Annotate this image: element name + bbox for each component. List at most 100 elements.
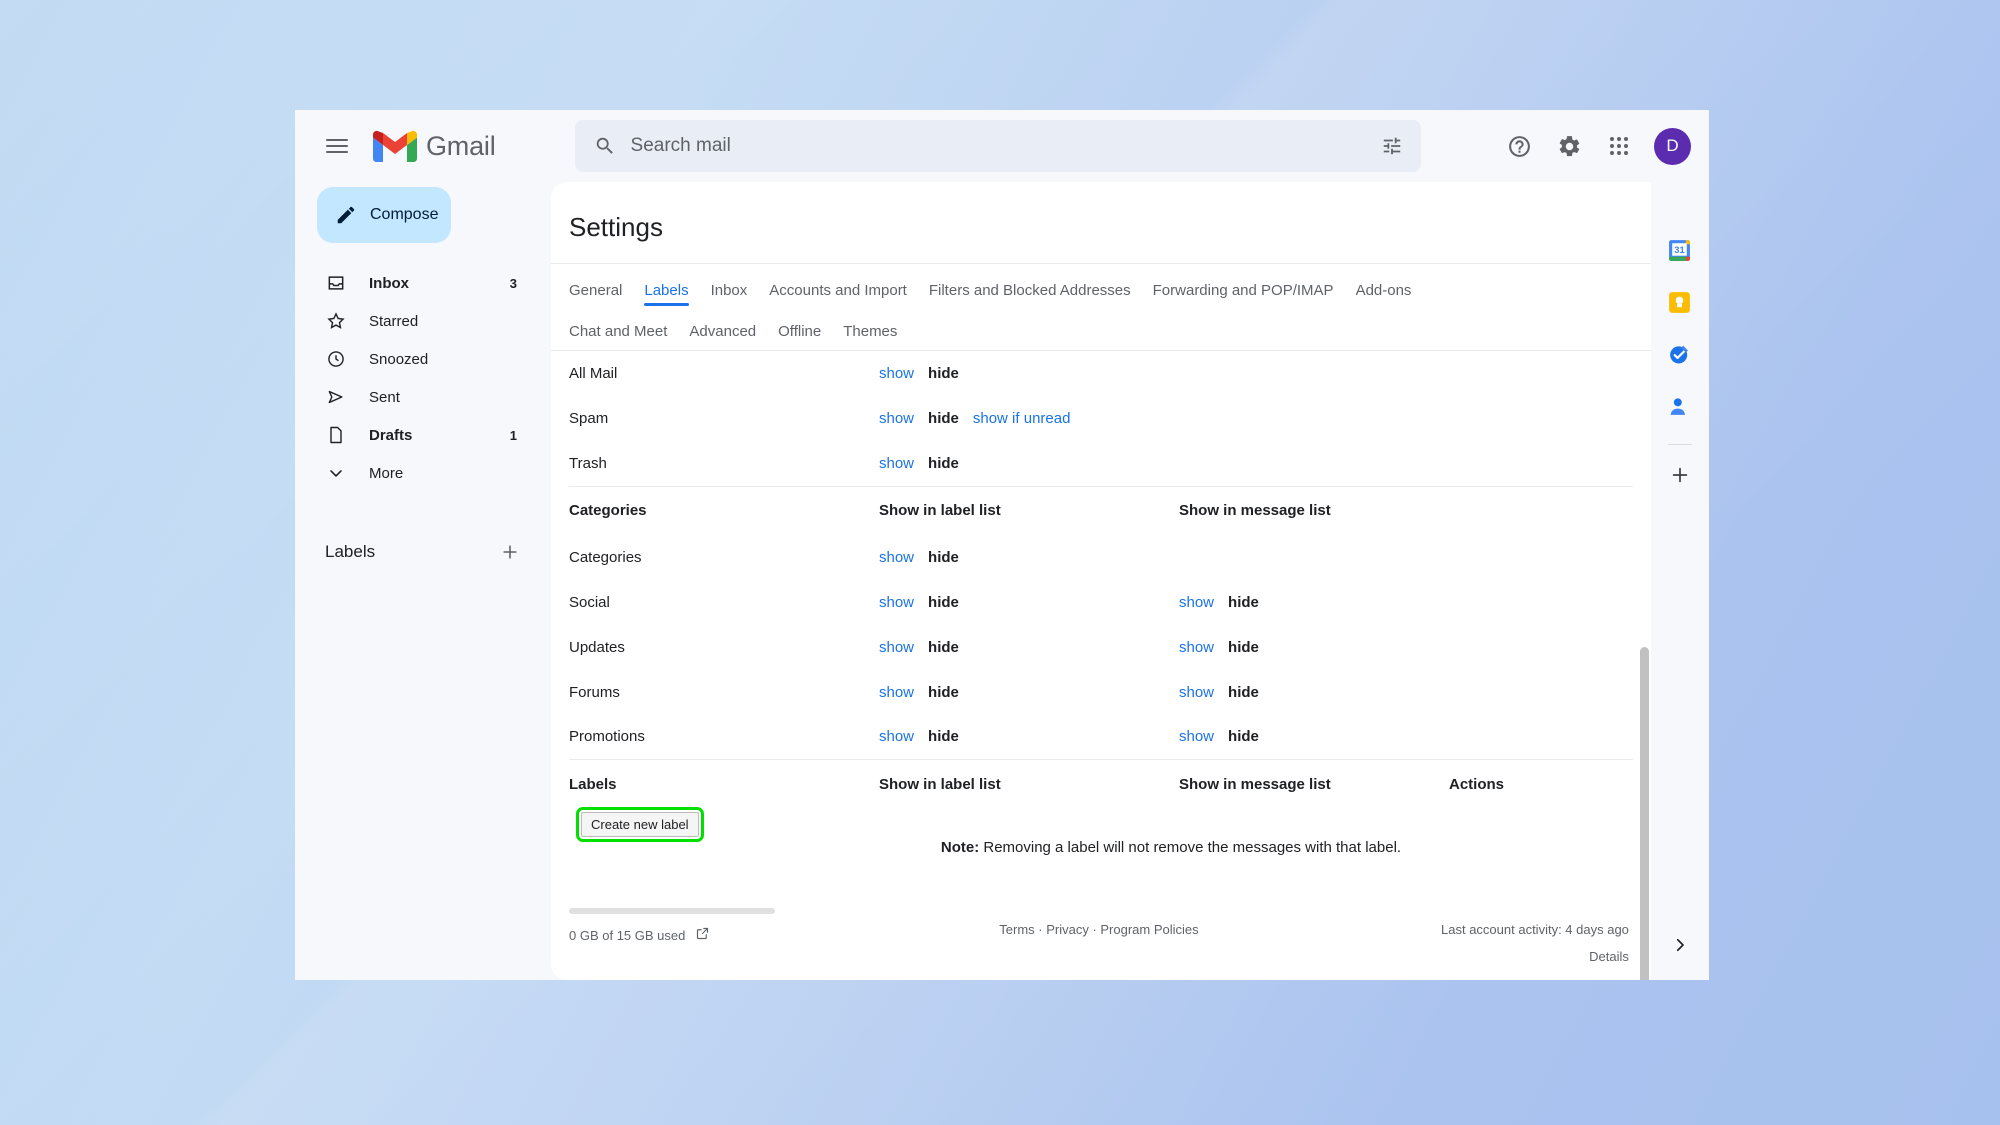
tune-filter-icon[interactable] <box>1371 125 1413 167</box>
row-actions <box>1449 580 1633 625</box>
plus-icon[interactable] <box>1660 455 1700 495</box>
label-list-actions: show hide <box>879 535 1179 580</box>
draft-file-icon <box>325 424 347 446</box>
left-sidebar: Compose Inbox 3 Starred <box>295 182 551 980</box>
tab-themes[interactable]: Themes <box>843 317 897 344</box>
sidebar-item-label: Drafts <box>369 427 488 444</box>
gmail-brand[interactable]: Gmail <box>373 130 496 163</box>
plus-icon[interactable] <box>495 537 525 567</box>
labels-header-message-list: Show in message list <box>1179 760 1449 808</box>
row-label: Promotions <box>569 715 879 760</box>
gmail-window: Gmail <box>295 110 1709 980</box>
show-link[interactable]: show <box>879 639 914 656</box>
footer-storage: 0 GB of 15 GB used <box>569 908 919 944</box>
google-keep-icon[interactable] <box>1660 282 1700 322</box>
row-actions <box>1449 670 1633 715</box>
row-label: Updates <box>569 625 879 670</box>
chevron-down-icon <box>325 462 347 484</box>
search-input[interactable] <box>625 135 1371 157</box>
sidebar-item-label: Sent <box>369 389 495 406</box>
message-list-actions: show hide <box>1179 625 1449 670</box>
table-row: All Mail show hide <box>569 351 1633 396</box>
search-icon[interactable] <box>585 126 625 166</box>
google-tasks-icon[interactable] <box>1660 334 1700 374</box>
chevron-right-icon[interactable] <box>1663 928 1697 962</box>
avatar[interactable]: D <box>1654 128 1691 165</box>
row-actions <box>1449 625 1633 670</box>
table-row: Categories show hide <box>569 535 1633 580</box>
show-link[interactable]: show <box>879 455 914 472</box>
tab-filters-and-blocked-addresses[interactable]: Filters and Blocked Addresses <box>929 276 1131 309</box>
google-calendar-icon[interactable]: 31 <box>1660 230 1700 270</box>
row-label: Spam <box>569 396 879 441</box>
hide-current: hide <box>928 455 959 472</box>
tab-accounts-and-import[interactable]: Accounts and Import <box>769 276 907 309</box>
label-list-actions: show hide show if unread <box>879 396 1179 441</box>
hide-current: hide <box>928 639 959 656</box>
hide-current: hide <box>928 594 959 611</box>
show-link[interactable]: show <box>879 728 914 745</box>
sidebar-item-inbox[interactable]: Inbox 3 <box>295 264 535 302</box>
compose-button[interactable]: Compose <box>317 187 451 243</box>
send-icon <box>325 386 347 408</box>
labels-note: Note: Removing a label will not remove t… <box>569 839 1633 856</box>
compose-label: Compose <box>370 206 438 224</box>
tab-labels[interactable]: Labels <box>644 276 688 309</box>
show-link[interactable]: show <box>879 549 914 566</box>
footer-links: Terms · Privacy · Program Policies <box>919 908 1279 937</box>
terms-privacy-policies-links[interactable]: Terms · Privacy · Program Policies <box>999 922 1198 937</box>
sidebar-item-snoozed[interactable]: Snoozed <box>295 340 535 378</box>
show-link[interactable]: show <box>879 365 914 382</box>
gear-icon[interactable] <box>1545 122 1593 170</box>
show-link[interactable]: show <box>1179 728 1214 745</box>
scrollbar-thumb[interactable] <box>1640 647 1649 980</box>
sidebar-item-starred[interactable]: Starred <box>295 302 535 340</box>
create-new-label-button[interactable]: Create new label <box>581 812 699 837</box>
google-contacts-icon[interactable] <box>1660 386 1700 426</box>
show-link[interactable]: show <box>1179 639 1214 656</box>
show-link[interactable]: show <box>1179 684 1214 701</box>
categories-header-message-list: Show in message list <box>1179 487 1449 535</box>
search-bar[interactable] <box>575 120 1421 172</box>
header-actions: D <box>1495 122 1695 170</box>
inbox-icon <box>325 272 347 294</box>
hide-current: hide <box>928 728 959 745</box>
brand-text: Gmail <box>426 131 496 162</box>
card-footer: 0 GB of 15 GB used Terms · Privacy · Pro… <box>551 890 1651 980</box>
sidebar-item-label: More <box>369 465 495 482</box>
external-link-icon[interactable] <box>695 926 710 944</box>
message-list-actions <box>1179 396 1449 441</box>
apps-grid-icon[interactable] <box>1595 122 1643 170</box>
hide-current: hide <box>928 549 959 566</box>
details-link[interactable]: Details <box>1279 949 1629 964</box>
row-label: Trash <box>569 441 879 486</box>
sidebar-item-sent[interactable]: Sent <box>295 378 535 416</box>
card-scrollbar[interactable] <box>1638 647 1651 980</box>
tab-add-ons[interactable]: Add-ons <box>1356 276 1412 309</box>
labels-header-row: Labels Show in label list Show in messag… <box>569 760 1633 808</box>
app-header: Gmail <box>295 110 1709 182</box>
tab-advanced[interactable]: Advanced <box>689 317 756 344</box>
table-row: Trash show hide <box>569 441 1633 486</box>
hamburger-menu-icon[interactable] <box>313 122 361 170</box>
label-list-actions: show hide <box>879 580 1179 625</box>
tab-general[interactable]: General <box>569 276 622 309</box>
show-link[interactable]: show <box>879 410 914 427</box>
help-icon[interactable] <box>1495 122 1543 170</box>
row-actions <box>1449 396 1633 441</box>
clock-icon <box>325 348 347 370</box>
last-account-activity: Last account activity: 4 days ago <box>1279 908 1629 937</box>
show-link[interactable]: show <box>879 684 914 701</box>
show-if-unread-link[interactable]: show if unread <box>973 410 1071 427</box>
row-label: Forums <box>569 670 879 715</box>
tab-chat-and-meet[interactable]: Chat and Meet <box>569 317 667 344</box>
sidebar-item-drafts[interactable]: Drafts 1 <box>295 416 535 454</box>
tab-forwarding-and-pop-imap[interactable]: Forwarding and POP/IMAP <box>1153 276 1334 309</box>
page-title: Settings <box>551 182 1651 263</box>
hide-current: hide <box>928 365 959 382</box>
sidebar-item-more[interactable]: More <box>295 454 535 492</box>
tab-offline[interactable]: Offline <box>778 317 821 344</box>
show-link[interactable]: show <box>879 594 914 611</box>
tab-inbox[interactable]: Inbox <box>711 276 748 309</box>
show-link[interactable]: show <box>1179 594 1214 611</box>
